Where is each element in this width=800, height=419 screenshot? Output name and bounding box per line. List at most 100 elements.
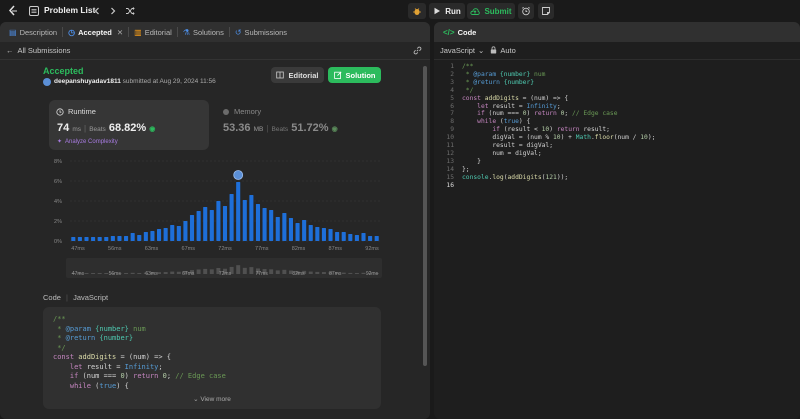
runtime-bar[interactable]: [242, 200, 247, 241]
runtime-bar[interactable]: [255, 204, 261, 241]
runtime-bar[interactable]: [216, 201, 221, 241]
runtime-bar[interactable]: [91, 237, 96, 241]
runtime-bar[interactable]: [209, 210, 214, 241]
runtime-bar[interactable]: [328, 229, 333, 241]
runtime-bar[interactable]: [341, 232, 346, 241]
runtime-bar[interactable]: [302, 220, 307, 241]
mini-bar[interactable]: [176, 271, 181, 274]
tab-description[interactable]: ▤ Description: [4, 22, 62, 42]
mini-bar[interactable]: [209, 269, 214, 274]
editor-line[interactable]: };: [462, 166, 470, 173]
editor-line[interactable]: console.log(addDigits(121));: [462, 174, 568, 181]
submitted-code-block[interactable]: /** * @param {number} num * @return {num…: [43, 307, 381, 409]
runtime-bar[interactable]: [150, 231, 155, 241]
editor-line[interactable]: */: [462, 87, 474, 94]
runtime-bar[interactable]: [203, 207, 208, 241]
runtime-bar[interactable]: [84, 237, 89, 241]
runtime-bar[interactable]: [170, 225, 175, 241]
editor-line[interactable]: if (result < 10) return result;: [462, 126, 610, 133]
mini-bar[interactable]: [341, 272, 346, 274]
editorial-button[interactable]: Editorial: [271, 67, 324, 83]
runtime-bar[interactable]: [288, 218, 294, 241]
runtime-bar[interactable]: [130, 233, 135, 241]
editor-line[interactable]: num = digVal;: [462, 150, 541, 157]
runtime-bar[interactable]: [163, 228, 168, 241]
tab-code[interactable]: </> Code: [438, 22, 481, 42]
runtime-bar[interactable]: [117, 236, 122, 241]
chevron-down-icon[interactable]: ⌄: [478, 46, 484, 55]
run-button[interactable]: Run: [429, 3, 465, 19]
runtime-bar[interactable]: [183, 221, 188, 241]
tab-accepted[interactable]: ◷ Accepted ✕: [63, 22, 128, 42]
mini-bar[interactable]: [163, 272, 168, 274]
submit-button[interactable]: Submit: [467, 3, 515, 19]
runtime-bar[interactable]: [196, 211, 201, 241]
mini-bar[interactable]: [236, 265, 241, 274]
runtime-bar[interactable]: [361, 233, 366, 241]
problem-list-link[interactable]: Problem List: [44, 5, 95, 15]
mini-bar[interactable]: [203, 268, 208, 274]
mini-bar[interactable]: [282, 269, 287, 274]
mini-bar[interactable]: [315, 271, 320, 274]
prev-problem-icon[interactable]: [92, 4, 102, 18]
leetcode-logo-icon[interactable]: [6, 4, 20, 18]
runtime-bar[interactable]: [137, 235, 142, 241]
editor-line[interactable]: digVal = (num % 10) + Math.floor(num / 1…: [462, 134, 655, 141]
runtime-bar[interactable]: [229, 194, 234, 241]
auto-mode-label[interactable]: Auto: [500, 46, 515, 55]
runtime-bar[interactable]: [308, 225, 313, 241]
solution-button[interactable]: Solution: [328, 67, 381, 83]
notes-button[interactable]: [538, 3, 554, 19]
close-tab-icon[interactable]: ✕: [117, 28, 123, 37]
runtime-bar[interactable]: [262, 208, 267, 241]
mini-bar[interactable]: [124, 273, 129, 274]
shuffle-icon[interactable]: [124, 4, 136, 18]
runtime-bar[interactable]: [335, 232, 340, 241]
mini-bar[interactable]: [275, 270, 280, 274]
runtime-bar[interactable]: [315, 227, 320, 241]
runtime-bar[interactable]: [110, 236, 115, 241]
runtime-card[interactable]: Runtime 74 ms | Beats 68.82% ◉ ✦ Analyze…: [49, 100, 209, 150]
mini-bar[interactable]: [242, 267, 247, 274]
runtime-bar[interactable]: [354, 235, 359, 241]
mini-bar[interactable]: [157, 272, 162, 274]
tab-submissions[interactable]: ↺ Submissions: [230, 22, 292, 42]
runtime-bar[interactable]: [275, 217, 280, 241]
next-problem-icon[interactable]: [108, 4, 118, 18]
arrow-left-icon[interactable]: ←: [6, 46, 14, 55]
runtime-bar[interactable]: [71, 237, 76, 241]
runtime-bar[interactable]: [269, 210, 274, 241]
mini-bar[interactable]: [84, 273, 89, 274]
runtime-bar[interactable]: [222, 206, 228, 241]
editor-line[interactable]: let result = Infinity;: [462, 103, 560, 110]
language-select[interactable]: JavaScript: [440, 46, 475, 55]
tab-editorial[interactable]: ▥ Editorial: [129, 22, 177, 42]
editor-line[interactable]: while (true) {: [462, 118, 530, 125]
mini-bar[interactable]: [321, 272, 326, 274]
runtime-bar[interactable]: [143, 232, 148, 241]
runtime-bar[interactable]: [124, 236, 129, 241]
memory-card[interactable]: Memory 53.36 MB | Beats 51.72% ◉: [215, 100, 380, 150]
debug-button[interactable]: [408, 3, 426, 19]
mini-bar[interactable]: [97, 273, 102, 274]
mini-bar[interactable]: [354, 273, 359, 274]
runtime-bar[interactable]: [282, 213, 287, 241]
editor-line[interactable]: }: [462, 158, 481, 165]
runtime-bar[interactable]: [97, 237, 102, 241]
view-more-button[interactable]: ⌄ View more: [43, 395, 381, 403]
editor-line[interactable]: const addDigits = (num) => {: [462, 95, 568, 102]
runtime-bar[interactable]: [236, 182, 241, 241]
editor-line[interactable]: * @param {number} num: [462, 71, 546, 78]
mini-bar[interactable]: [249, 267, 254, 274]
avatar[interactable]: [43, 78, 51, 86]
runtime-bar[interactable]: [321, 228, 326, 241]
runtime-bar[interactable]: [189, 215, 195, 241]
runtime-bar[interactable]: [77, 237, 82, 241]
runtime-bar[interactable]: [295, 223, 300, 241]
all-submissions-link[interactable]: All Submissions: [18, 46, 71, 55]
runtime-bar[interactable]: [374, 236, 379, 241]
runtime-bar[interactable]: [368, 236, 373, 241]
editor-line[interactable]: * @return {number}: [462, 79, 534, 86]
mini-bar[interactable]: [137, 273, 142, 274]
runtime-bar[interactable]: [104, 237, 109, 241]
